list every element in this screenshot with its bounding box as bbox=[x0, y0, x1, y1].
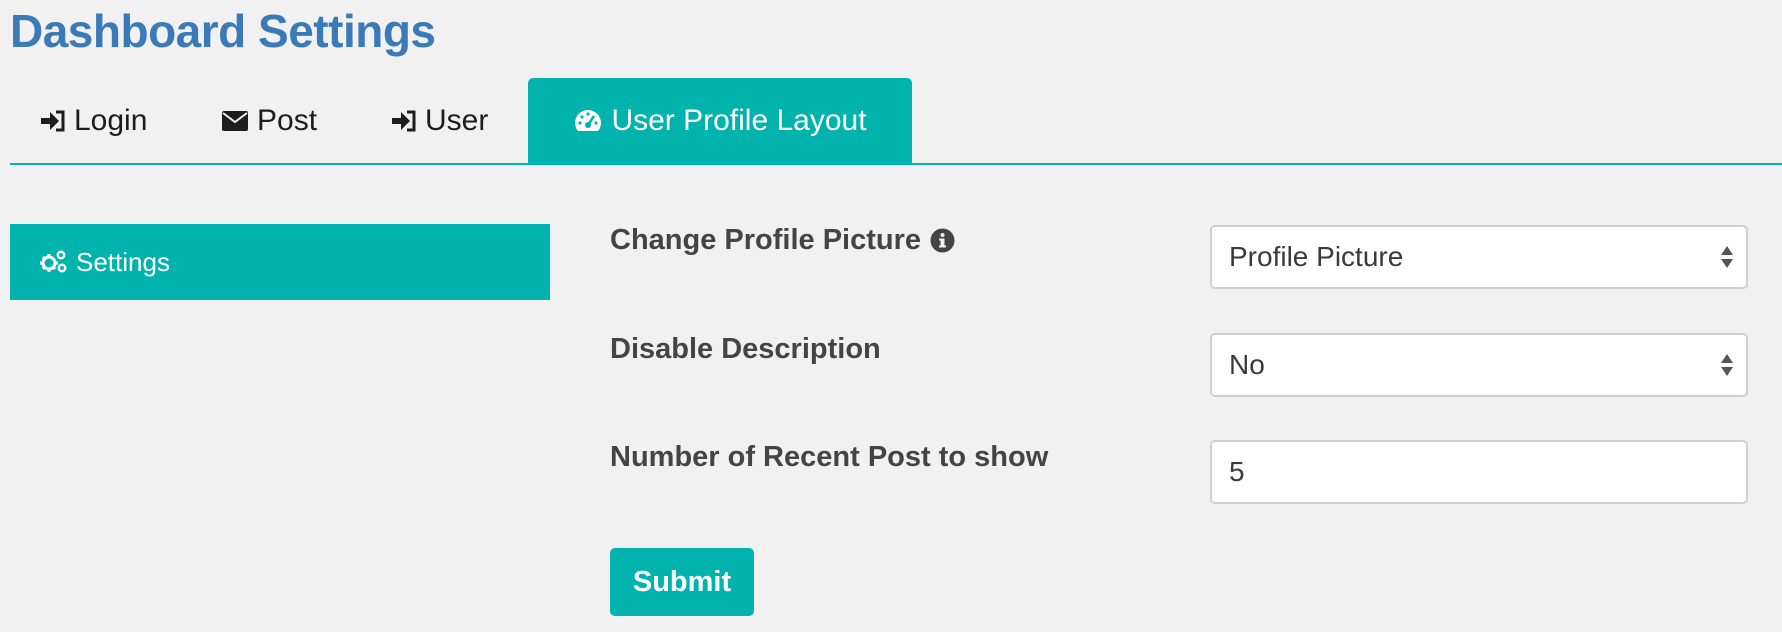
select-value: No bbox=[1229, 349, 1265, 380]
disable-description-select[interactable]: No bbox=[1210, 333, 1748, 397]
submit-button[interactable]: Submit bbox=[610, 548, 754, 616]
info-circle-icon[interactable] bbox=[930, 228, 955, 253]
recent-posts-input[interactable]: 5 bbox=[1210, 440, 1748, 504]
tab-label: User Profile Layout bbox=[611, 103, 867, 137]
select-arrows-icon bbox=[1720, 244, 1734, 270]
gears-icon bbox=[40, 249, 68, 275]
tab-user-profile-layout[interactable]: User Profile Layout bbox=[528, 78, 912, 163]
tab-user[interactable]: User bbox=[391, 78, 488, 163]
dashboard-icon bbox=[573, 108, 603, 134]
select-value: Profile Picture bbox=[1229, 241, 1404, 272]
tab-login[interactable]: Login bbox=[40, 78, 147, 163]
recent-posts-label: Number of Recent Post to show bbox=[610, 441, 1048, 474]
select-arrows-icon bbox=[1720, 352, 1734, 378]
dashboard-settings-page: Dashboard Settings Login Post User User … bbox=[0, 0, 1782, 632]
sidebar-item-settings[interactable]: Settings bbox=[10, 224, 550, 300]
sidebar-item-label: Settings bbox=[76, 246, 170, 277]
page-title: Dashboard Settings bbox=[10, 5, 436, 57]
field-label-text: Disable Description bbox=[610, 333, 881, 365]
tab-label: Login bbox=[74, 103, 148, 137]
field-label-text: Number of Recent Post to show bbox=[610, 441, 1049, 473]
change-profile-picture-label: Change Profile Picture bbox=[610, 224, 955, 257]
tab-label: User bbox=[425, 103, 489, 137]
sign-in-icon bbox=[391, 109, 417, 133]
tab-post[interactable]: Post bbox=[221, 78, 317, 163]
tab-label: Post bbox=[257, 103, 318, 137]
input-value: 5 bbox=[1229, 456, 1245, 487]
field-label-text: Change Profile Picture bbox=[610, 224, 922, 256]
tab-bar: Login Post User User Profile Layout bbox=[10, 78, 1782, 165]
sign-in-icon bbox=[40, 109, 66, 133]
change-profile-picture-select[interactable]: Profile Picture bbox=[1210, 225, 1748, 289]
disable-description-label: Disable Description bbox=[610, 333, 881, 366]
envelope-icon bbox=[221, 110, 249, 132]
